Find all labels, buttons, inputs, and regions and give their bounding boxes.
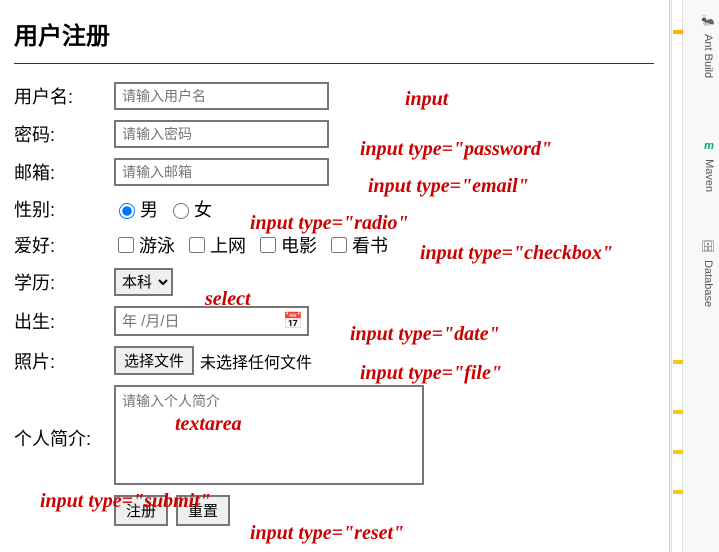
checkbox-surf-label: 上网 [210, 232, 246, 258]
checkbox-movie-input[interactable] [260, 237, 276, 253]
ant-icon: 🐜 [701, 14, 715, 27]
annot-submit: input type="submit" [40, 490, 211, 513]
checkbox-read-label: 看书 [352, 232, 388, 258]
file-status-text: 未选择任何文件 [200, 349, 312, 373]
email-input[interactable] [114, 158, 329, 186]
checkbox-surf-input[interactable] [189, 237, 205, 253]
tab-ant-label: Ant Build [702, 34, 714, 78]
checkbox-surf[interactable]: 上网 [185, 232, 246, 258]
radio-male-label: 男 [140, 196, 158, 222]
label-education: 学历: [14, 269, 114, 295]
annot-input: input [405, 88, 448, 111]
annot-select: select [205, 288, 251, 311]
marker-yellow-1[interactable] [673, 360, 683, 364]
calendar-icon[interactable]: 📅 [283, 311, 303, 331]
label-gender: 性别: [14, 196, 114, 222]
checkbox-read[interactable]: 看书 [327, 232, 388, 258]
radio-male-input[interactable] [119, 203, 135, 219]
radio-female-input[interactable] [173, 203, 189, 219]
tab-ant-build[interactable]: 🐜 Ant Build [701, 14, 715, 78]
annot-radio: input type="radio" [250, 212, 409, 235]
radio-male[interactable]: 男 [114, 196, 158, 222]
username-input[interactable] [114, 82, 329, 110]
marker-strip[interactable] [671, 0, 683, 552]
annot-password: input type="password" [360, 138, 552, 161]
password-input[interactable] [114, 120, 329, 148]
ide-gutter: 🐜 Ant Build m Maven 🗄 Database [669, 0, 719, 552]
gender-radio-group: 男 女 [114, 196, 212, 222]
tab-database-label: Database [702, 260, 714, 307]
maven-icon: m [704, 140, 714, 152]
annot-file: input type="file" [360, 362, 502, 385]
bio-textarea[interactable] [114, 385, 424, 485]
tab-database[interactable]: 🗄 Database [701, 240, 715, 307]
row-education: 学历: 本科 [14, 268, 646, 296]
annot-checkbox: input type="checkbox" [420, 242, 613, 265]
row-birth: 出生: 📅 [14, 306, 646, 336]
tab-maven-label: Maven [703, 159, 715, 192]
annot-email: input type="email" [368, 175, 529, 198]
label-email: 邮箱: [14, 159, 114, 185]
radio-female[interactable]: 女 [168, 196, 212, 222]
checkbox-swim-label: 游泳 [139, 232, 175, 258]
checkbox-movie-label: 电影 [281, 232, 317, 258]
marker-yellow-4[interactable] [673, 490, 683, 494]
annot-textarea: textarea [175, 413, 242, 436]
checkbox-swim-input[interactable] [118, 237, 134, 253]
marker-warning-icon[interactable] [673, 30, 683, 34]
annot-date: input type="date" [350, 323, 500, 346]
database-icon: 🗄 [701, 240, 715, 253]
checkbox-read-input[interactable] [331, 237, 347, 253]
row-username: 用户名: [14, 82, 646, 110]
label-password: 密码: [14, 121, 114, 147]
form-panel: 用户注册 用户名: 密码: 邮箱: 性别: 男 女 爱好: [0, 0, 660, 536]
radio-female-label: 女 [194, 196, 212, 222]
file-input-wrap: 选择文件 未选择任何文件 [114, 346, 312, 375]
choose-file-button[interactable]: 选择文件 [114, 346, 194, 375]
label-photo: 照片: [14, 348, 114, 374]
annot-reset: input type="reset" [250, 522, 404, 545]
divider [14, 63, 654, 64]
row-bio: 个人简介: [14, 385, 646, 485]
label-birth: 出生: [14, 308, 114, 334]
marker-yellow-2[interactable] [673, 410, 683, 414]
tab-maven[interactable]: m Maven [703, 140, 715, 192]
label-bio: 个人简介: [14, 425, 114, 451]
hobby-checkbox-group: 游泳 上网 电影 看书 [114, 232, 388, 258]
page-title: 用户注册 [14, 16, 646, 51]
label-hobby: 爱好: [14, 232, 114, 258]
row-photo: 照片: 选择文件 未选择任何文件 [14, 346, 646, 375]
education-select[interactable]: 本科 [114, 268, 173, 296]
marker-yellow-3[interactable] [673, 450, 683, 454]
row-email: 邮箱: [14, 158, 646, 186]
label-username: 用户名: [14, 83, 114, 109]
checkbox-swim[interactable]: 游泳 [114, 232, 175, 258]
checkbox-movie[interactable]: 电影 [256, 232, 317, 258]
